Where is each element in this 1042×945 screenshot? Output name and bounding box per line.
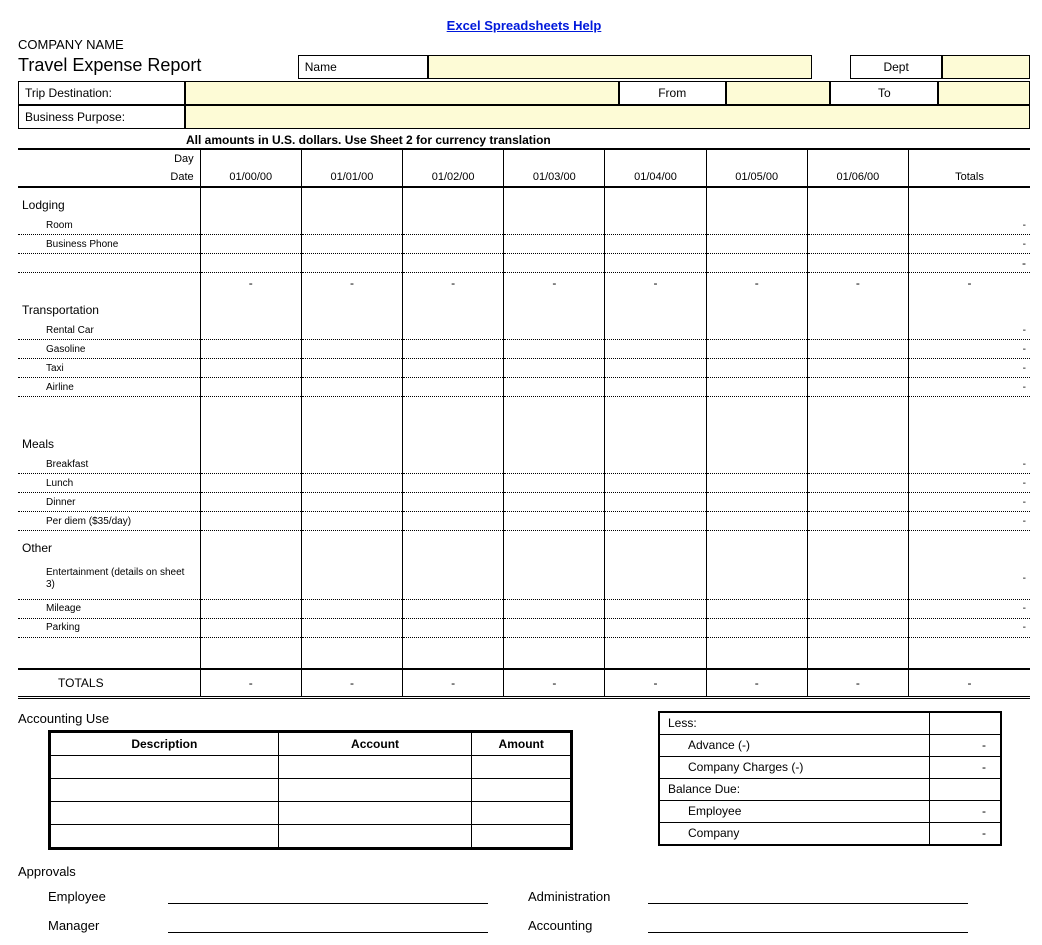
- day-cell[interactable]: [403, 149, 504, 168]
- accounting-use-title: Accounting Use: [18, 711, 578, 726]
- from-input[interactable]: [726, 81, 831, 105]
- item-business-phone: Business Phone: [18, 235, 200, 254]
- section-other: Other: [18, 531, 200, 560]
- item-airline: Airline: [18, 378, 200, 397]
- approval-manager-line[interactable]: [168, 916, 488, 933]
- acct-cell[interactable]: [50, 755, 279, 778]
- acct-cell[interactable]: [472, 824, 572, 848]
- approval-accounting-line[interactable]: [648, 916, 968, 933]
- item-dinner: Dinner: [18, 493, 200, 512]
- item-per-diem: Per diem ($35/day): [18, 512, 200, 531]
- less-advance-label: Advance (-): [660, 738, 929, 752]
- day-cell[interactable]: [301, 149, 402, 168]
- item-lunch: Lunch: [18, 474, 200, 493]
- less-box: Less: Advance (-)- Company Charges (-)- …: [658, 711, 1002, 846]
- item-taxi: Taxi: [18, 359, 200, 378]
- acct-header-description: Description: [50, 731, 279, 755]
- acct-cell[interactable]: [472, 778, 572, 801]
- date-cell[interactable]: 01/02/00: [403, 168, 504, 187]
- date-cell[interactable]: 01/00/00: [200, 168, 301, 187]
- trip-destination-input[interactable]: [185, 81, 619, 105]
- less-title: Less:: [660, 716, 929, 730]
- help-link-row: Excel Spreadsheets Help: [18, 18, 1030, 33]
- report-title: Travel Expense Report: [18, 55, 278, 79]
- acct-cell[interactable]: [278, 824, 472, 848]
- item-breakfast: Breakfast: [18, 455, 200, 474]
- item-gasoline: Gasoline: [18, 340, 200, 359]
- acct-header-amount: Amount: [472, 731, 572, 755]
- to-input[interactable]: [938, 81, 1030, 105]
- acct-cell[interactable]: [472, 801, 572, 824]
- day-cell[interactable]: [504, 149, 605, 168]
- approval-accounting-label: Accounting: [528, 918, 648, 933]
- date-row-label: Date: [18, 168, 200, 187]
- date-cell[interactable]: 01/03/00: [504, 168, 605, 187]
- day-cell[interactable]: [605, 149, 706, 168]
- section-lodging: Lodging: [18, 187, 200, 216]
- less-charges-label: Company Charges (-): [660, 760, 929, 774]
- acct-cell[interactable]: [50, 778, 279, 801]
- acct-cell[interactable]: [278, 755, 472, 778]
- company-name: COMPANY NAME: [18, 37, 1030, 52]
- item-room: Room: [18, 216, 200, 235]
- approval-employee-line[interactable]: [168, 887, 488, 904]
- acct-cell[interactable]: [278, 778, 472, 801]
- balance-due-title: Balance Due:: [660, 782, 929, 796]
- approval-admin-line[interactable]: [648, 887, 968, 904]
- acct-cell[interactable]: [50, 824, 279, 848]
- section-meals: Meals: [18, 427, 200, 455]
- day-row-label: Day: [18, 149, 200, 168]
- currency-note: All amounts in U.S. dollars. Use Sheet 2…: [186, 133, 1030, 147]
- approvals-title: Approvals: [18, 864, 1030, 879]
- name-label: Name: [298, 55, 428, 79]
- expense-grid: Day Date 01/00/00 01/01/00 01/02/00 01/0…: [18, 148, 1030, 699]
- balance-employee-value: -: [929, 801, 1000, 822]
- day-cell[interactable]: [706, 149, 807, 168]
- day-cell[interactable]: [200, 149, 301, 168]
- item-entertainment: Entertainment (details on sheet 3): [18, 559, 200, 599]
- less-charges-value: -: [929, 757, 1000, 778]
- approval-admin-label: Administration: [528, 889, 648, 904]
- date-cell[interactable]: 01/06/00: [807, 168, 908, 187]
- balance-company-value: -: [929, 823, 1000, 844]
- name-input[interactable]: [428, 55, 813, 79]
- from-label: From: [619, 81, 726, 105]
- to-label: To: [830, 81, 938, 105]
- section-transportation: Transportation: [18, 293, 200, 321]
- date-cell[interactable]: 01/04/00: [605, 168, 706, 187]
- item-mileage: Mileage: [18, 599, 200, 618]
- trip-destination-label: Trip Destination:: [18, 81, 185, 105]
- acct-cell[interactable]: [50, 801, 279, 824]
- acct-cell[interactable]: [278, 801, 472, 824]
- less-advance-value: -: [929, 735, 1000, 756]
- business-purpose-label: Business Purpose:: [18, 105, 185, 129]
- totals-header: Totals: [908, 168, 1030, 187]
- acct-cell[interactable]: [472, 755, 572, 778]
- dept-label: Dept: [850, 55, 942, 79]
- acct-header-account: Account: [278, 731, 472, 755]
- dept-input[interactable]: [942, 55, 1030, 79]
- approval-employee-label: Employee: [48, 889, 168, 904]
- help-link[interactable]: Excel Spreadsheets Help: [447, 18, 602, 33]
- accounting-table: Description Account Amount: [48, 730, 573, 850]
- date-cell[interactable]: 01/01/00: [301, 168, 402, 187]
- balance-employee-label: Employee: [660, 804, 929, 818]
- balance-company-label: Company: [660, 826, 929, 840]
- date-cell[interactable]: 01/05/00: [706, 168, 807, 187]
- day-cell[interactable]: [807, 149, 908, 168]
- item-parking: Parking: [18, 618, 200, 637]
- business-purpose-input[interactable]: [185, 105, 1030, 129]
- approval-manager-label: Manager: [48, 918, 168, 933]
- item-rental-car: Rental Car: [18, 321, 200, 340]
- totals-row-label: TOTALS: [18, 669, 200, 698]
